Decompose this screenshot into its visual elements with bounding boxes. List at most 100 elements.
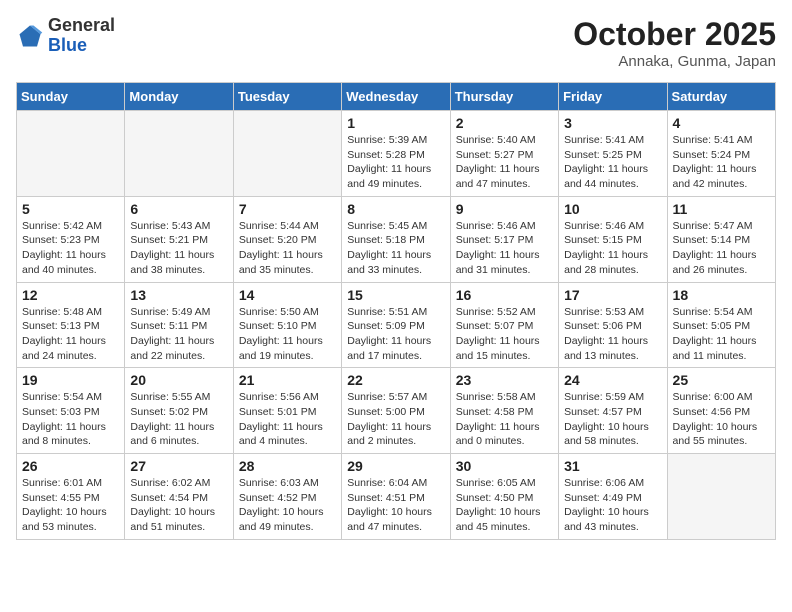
cell-info: Sunrise: 5:49 AMSunset: 5:11 PMDaylight:…: [130, 305, 227, 364]
calendar-header-row: SundayMondayTuesdayWednesdayThursdayFrid…: [17, 83, 776, 111]
calendar-cell: [17, 111, 125, 197]
day-number: 13: [130, 287, 227, 303]
calendar-cell: 26 Sunrise: 6:01 AMSunset: 4:55 PMDayligh…: [17, 454, 125, 540]
calendar-cell: [667, 454, 775, 540]
calendar-cell: 29 Sunrise: 6:04 AMSunset: 4:51 PMDayligh…: [342, 454, 450, 540]
cell-info: Sunrise: 5:48 AMSunset: 5:13 PMDaylight:…: [22, 305, 119, 364]
day-number: 11: [673, 201, 770, 217]
calendar-cell: 3 Sunrise: 5:41 AMSunset: 5:25 PMDaylight…: [559, 111, 667, 197]
cell-info: Sunrise: 5:45 AMSunset: 5:18 PMDaylight:…: [347, 219, 444, 278]
cell-info: Sunrise: 5:42 AMSunset: 5:23 PMDaylight:…: [22, 219, 119, 278]
weekday-header: Wednesday: [342, 83, 450, 111]
calendar-cell: 23 Sunrise: 5:58 AMSunset: 4:58 PMDayligh…: [450, 368, 558, 454]
calendar-table: SundayMondayTuesdayWednesdayThursdayFrid…: [16, 82, 776, 540]
cell-info: Sunrise: 5:40 AMSunset: 5:27 PMDaylight:…: [456, 133, 553, 192]
calendar-cell: 14Sunrise: 5:50 AMSunset: 5:10 PMDayligh…: [233, 282, 341, 368]
day-number: 1: [347, 115, 444, 131]
page-header: General Blue October 2025 Annaka, Gunma,…: [16, 16, 776, 70]
calendar-cell: 31 Sunrise: 6:06 AMSunset: 4:49 PMDayligh…: [559, 454, 667, 540]
calendar-cell: 10Sunrise: 5:46 AMSunset: 5:15 PMDayligh…: [559, 196, 667, 282]
day-number: 7: [239, 201, 336, 217]
cell-info: Sunrise: 5:53 AMSunset: 5:06 PMDaylight:…: [564, 305, 661, 364]
day-number: 23: [456, 372, 553, 388]
day-number: 22: [347, 372, 444, 388]
cell-info: Sunrise: 5:59 AMSunset: 4:57 PMDaylight:…: [564, 390, 661, 449]
calendar-cell: 28 Sunrise: 6:03 AMSunset: 4:52 PMDayligh…: [233, 454, 341, 540]
day-number: 25: [673, 372, 770, 388]
logo-icon: [16, 22, 44, 50]
calendar-week-row: 12 Sunrise: 5:48 AMSunset: 5:13 PMDayligh…: [17, 282, 776, 368]
day-number: 21: [239, 372, 336, 388]
calendar-week-row: 5 Sunrise: 5:42 AMSunset: 5:23 PMDaylight…: [17, 196, 776, 282]
calendar-cell: 21Sunrise: 5:56 AMSunset: 5:01 PMDayligh…: [233, 368, 341, 454]
calendar-cell: 20 Sunrise: 5:55 AMSunset: 5:02 PMDayligh…: [125, 368, 233, 454]
day-number: 8: [347, 201, 444, 217]
cell-info: Sunrise: 5:50 AMSunset: 5:10 PMDaylight:…: [239, 305, 336, 364]
calendar-cell: 2 Sunrise: 5:40 AMSunset: 5:27 PMDaylight…: [450, 111, 558, 197]
cell-info: Sunrise: 5:43 AMSunset: 5:21 PMDaylight:…: [130, 219, 227, 278]
day-number: 17: [564, 287, 661, 303]
day-number: 26: [22, 458, 119, 474]
cell-info: Sunrise: 5:44 AMSunset: 5:20 PMDaylight:…: [239, 219, 336, 278]
cell-info: Sunrise: 6:05 AMSunset: 4:50 PMDaylight:…: [456, 476, 553, 535]
calendar-cell: [233, 111, 341, 197]
day-number: 28: [239, 458, 336, 474]
cell-info: Sunrise: 6:01 AMSunset: 4:55 PMDaylight:…: [22, 476, 119, 535]
calendar-cell: 6 Sunrise: 5:43 AMSunset: 5:21 PMDaylight…: [125, 196, 233, 282]
day-number: 29: [347, 458, 444, 474]
weekday-header: Friday: [559, 83, 667, 111]
logo: General Blue: [16, 16, 115, 56]
calendar-cell: 8 Sunrise: 5:45 AMSunset: 5:18 PMDaylight…: [342, 196, 450, 282]
day-number: 4: [673, 115, 770, 131]
cell-info: Sunrise: 5:39 AMSunset: 5:28 PMDaylight:…: [347, 133, 444, 192]
location-subtitle: Annaka, Gunma, Japan: [573, 53, 776, 70]
logo-text: General Blue: [48, 16, 115, 56]
day-number: 20: [130, 372, 227, 388]
cell-info: Sunrise: 5:46 AMSunset: 5:17 PMDaylight:…: [456, 219, 553, 278]
calendar-cell: 25 Sunrise: 6:00 AMSunset: 4:56 PMDayligh…: [667, 368, 775, 454]
cell-info: Sunrise: 5:41 AMSunset: 5:24 PMDaylight:…: [673, 133, 770, 192]
calendar-cell: 7 Sunrise: 5:44 AMSunset: 5:20 PMDaylight…: [233, 196, 341, 282]
calendar-cell: 5 Sunrise: 5:42 AMSunset: 5:23 PMDaylight…: [17, 196, 125, 282]
cell-info: Sunrise: 5:52 AMSunset: 5:07 PMDaylight:…: [456, 305, 553, 364]
cell-info: Sunrise: 6:03 AMSunset: 4:52 PMDaylight:…: [239, 476, 336, 535]
cell-info: Sunrise: 5:55 AMSunset: 5:02 PMDaylight:…: [130, 390, 227, 449]
cell-info: Sunrise: 6:00 AMSunset: 4:56 PMDaylight:…: [673, 390, 770, 449]
cell-info: Sunrise: 6:06 AMSunset: 4:49 PMDaylight:…: [564, 476, 661, 535]
weekday-header: Thursday: [450, 83, 558, 111]
month-title: October 2025: [573, 16, 776, 53]
day-number: 9: [456, 201, 553, 217]
cell-info: Sunrise: 5:41 AMSunset: 5:25 PMDaylight:…: [564, 133, 661, 192]
calendar-cell: 15Sunrise: 5:51 AMSunset: 5:09 PMDayligh…: [342, 282, 450, 368]
day-number: 12: [22, 287, 119, 303]
cell-info: Sunrise: 5:54 AMSunset: 5:03 PMDaylight:…: [22, 390, 119, 449]
calendar-cell: 16Sunrise: 5:52 AMSunset: 5:07 PMDayligh…: [450, 282, 558, 368]
cell-info: Sunrise: 5:58 AMSunset: 4:58 PMDaylight:…: [456, 390, 553, 449]
day-number: 3: [564, 115, 661, 131]
calendar-cell: 22 Sunrise: 5:57 AMSunset: 5:00 PMDayligh…: [342, 368, 450, 454]
day-number: 27: [130, 458, 227, 474]
calendar-cell: 1 Sunrise: 5:39 AMSunset: 5:28 PMDaylight…: [342, 111, 450, 197]
calendar-cell: 17 Sunrise: 5:53 AMSunset: 5:06 PMDayligh…: [559, 282, 667, 368]
calendar-cell: [125, 111, 233, 197]
day-number: 5: [22, 201, 119, 217]
cell-info: Sunrise: 5:46 AMSunset: 5:15 PMDaylight:…: [564, 219, 661, 278]
calendar-cell: 19 Sunrise: 5:54 AMSunset: 5:03 PMDayligh…: [17, 368, 125, 454]
weekday-header: Tuesday: [233, 83, 341, 111]
calendar-week-row: 19 Sunrise: 5:54 AMSunset: 5:03 PMDayligh…: [17, 368, 776, 454]
cell-info: Sunrise: 6:04 AMSunset: 4:51 PMDaylight:…: [347, 476, 444, 535]
day-number: 18: [673, 287, 770, 303]
day-number: 19: [22, 372, 119, 388]
calendar-cell: 27 Sunrise: 6:02 AMSunset: 4:54 PMDayligh…: [125, 454, 233, 540]
calendar-week-row: 1 Sunrise: 5:39 AMSunset: 5:28 PMDaylight…: [17, 111, 776, 197]
day-number: 6: [130, 201, 227, 217]
calendar-cell: 13 Sunrise: 5:49 AMSunset: 5:11 PMDayligh…: [125, 282, 233, 368]
calendar-cell: 4 Sunrise: 5:41 AMSunset: 5:24 PMDaylight…: [667, 111, 775, 197]
day-number: 31: [564, 458, 661, 474]
calendar-cell: 30Sunrise: 6:05 AMSunset: 4:50 PMDayligh…: [450, 454, 558, 540]
title-block: October 2025 Annaka, Gunma, Japan: [573, 16, 776, 70]
cell-info: Sunrise: 6:02 AMSunset: 4:54 PMDaylight:…: [130, 476, 227, 535]
cell-info: Sunrise: 5:47 AMSunset: 5:14 PMDaylight:…: [673, 219, 770, 278]
day-number: 2: [456, 115, 553, 131]
cell-info: Sunrise: 5:57 AMSunset: 5:00 PMDaylight:…: [347, 390, 444, 449]
